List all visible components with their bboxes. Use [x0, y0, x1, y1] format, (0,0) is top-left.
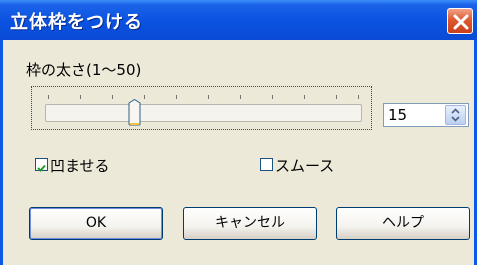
frame-width-value: 15: [388, 106, 408, 124]
smooth-label[interactable]: スムース: [275, 155, 334, 176]
cancel-button[interactable]: キャンセル: [183, 207, 317, 240]
close-icon: [453, 14, 469, 30]
spin-arrows-icon: [451, 108, 460, 122]
window-title: 立体枠をつける: [10, 12, 143, 33]
title-bar[interactable]: 立体枠をつける: [0, 0, 477, 40]
slider-thumb[interactable]: [128, 99, 141, 126]
ok-button[interactable]: OK: [29, 207, 163, 240]
help-button[interactable]: ヘルプ: [336, 207, 470, 240]
recess-checkbox[interactable]: [35, 158, 48, 172]
smooth-checkbox[interactable]: [260, 158, 273, 171]
spin-button[interactable]: [445, 105, 466, 125]
frame-width-label: 枠の太さ(1～50): [26, 61, 142, 79]
frame-width-slider[interactable]: [45, 104, 362, 122]
recess-label[interactable]: 凹ませる: [50, 155, 110, 176]
close-button[interactable]: [447, 8, 473, 34]
checkmark-icon: [37, 164, 46, 172]
